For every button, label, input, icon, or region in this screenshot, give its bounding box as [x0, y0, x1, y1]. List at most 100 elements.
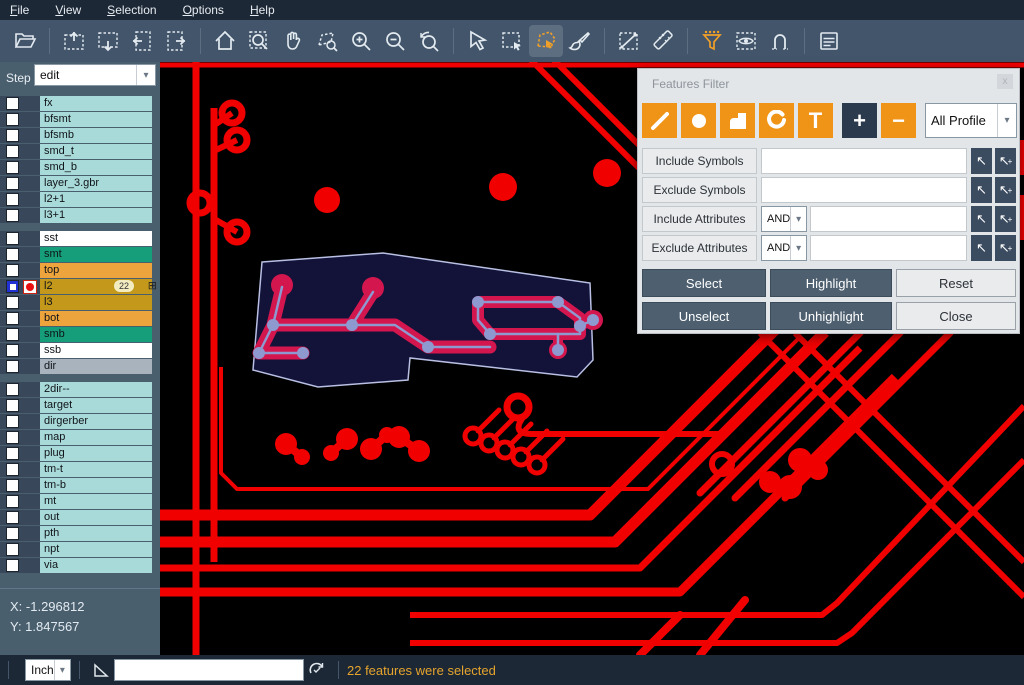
layer-checkbox[interactable] [6, 296, 19, 309]
layer-checkbox[interactable] [6, 129, 19, 142]
layer-row[interactable]: smd_t [0, 144, 160, 159]
layer-row[interactable]: npt [0, 542, 160, 557]
select-pointer-icon[interactable] [461, 25, 495, 57]
layer-checkbox[interactable] [6, 113, 19, 126]
snap-icon[interactable] [763, 25, 797, 57]
select-rectangle-icon[interactable] [495, 25, 529, 57]
layer-checkbox[interactable] [6, 232, 19, 245]
layer-checkbox[interactable] [6, 447, 19, 460]
layer-row[interactable]: plug [0, 446, 160, 461]
layer-checkbox[interactable] [6, 312, 19, 325]
command-input[interactable] [114, 659, 304, 681]
layer-checkbox[interactable] [6, 177, 19, 190]
layer-checkbox[interactable] [6, 463, 19, 476]
menu-view[interactable]: View [55, 3, 81, 17]
filter-text-button[interactable]: T [798, 103, 833, 138]
layer-row[interactable]: dirgerber [0, 414, 160, 429]
menu-file[interactable]: File [10, 3, 29, 17]
layer-row[interactable]: smb [0, 327, 160, 342]
layer-row[interactable]: bfsmt [0, 112, 160, 127]
pick-add-symbol-icon[interactable]: ↖+ [995, 148, 1016, 174]
layers-panel-icon[interactable] [812, 25, 846, 57]
layer-row[interactable]: 2dir-- [0, 382, 160, 397]
exclude-symbols-button[interactable]: Exclude Symbols [642, 177, 757, 203]
layer-row[interactable]: top [0, 263, 160, 278]
layer-row[interactable]: fx [0, 96, 160, 111]
step-select[interactable]: edit ▾ [34, 64, 156, 86]
layer-row[interactable]: smt [0, 247, 160, 262]
layer-checkbox[interactable] [6, 145, 19, 158]
layer-checkbox[interactable] [6, 344, 19, 357]
layer-checkbox[interactable] [6, 97, 19, 110]
measure-distance-icon[interactable] [612, 25, 646, 57]
corner-ruler-icon[interactable] [88, 658, 114, 682]
pick-attribute-icon[interactable]: ↖ [971, 235, 992, 261]
pick-add-symbol-icon[interactable]: ↖+ [995, 177, 1016, 203]
layer-row[interactable]: smd_b [0, 160, 160, 175]
pan-hand-icon[interactable] [276, 25, 310, 57]
selected-region[interactable] [253, 253, 603, 387]
layer-row[interactable]: l3+1 [0, 208, 160, 223]
view-options-icon[interactable] [729, 25, 763, 57]
reset-button[interactable]: Reset [896, 269, 1016, 297]
layer-row-active[interactable]: l2 22 ⊞ [0, 279, 160, 294]
layer-row[interactable]: l2+1 [0, 192, 160, 207]
zoom-previous-icon[interactable] [412, 25, 446, 57]
pan-up-icon[interactable] [57, 25, 91, 57]
pan-right-icon[interactable] [159, 25, 193, 57]
pick-symbol-icon[interactable]: ↖ [971, 177, 992, 203]
filter-surface-button[interactable] [720, 103, 755, 138]
filter-arc-button[interactable] [759, 103, 794, 138]
refresh-icon[interactable] [304, 658, 330, 682]
layer-row[interactable]: map [0, 430, 160, 445]
layer-row[interactable]: mt [0, 494, 160, 509]
filter-pad-button[interactable] [681, 103, 716, 138]
layer-checkbox[interactable] [6, 511, 19, 524]
include-attributes-operator-select[interactable]: AND ▾ [761, 206, 807, 232]
layer-checkbox[interactable] [6, 383, 19, 396]
include-symbols-input[interactable] [761, 148, 967, 174]
zoom-window-icon[interactable] [242, 25, 276, 57]
paint-brush-icon[interactable] [563, 25, 597, 57]
exclude-attributes-operator-select[interactable]: AND ▾ [761, 235, 807, 261]
layer-checkbox[interactable] [6, 264, 19, 277]
layer-checkbox[interactable] [6, 193, 19, 206]
zoom-polygon-icon[interactable] [310, 25, 344, 57]
pan-left-icon[interactable] [125, 25, 159, 57]
home-view-icon[interactable] [208, 25, 242, 57]
select-button[interactable]: Select [642, 269, 766, 297]
layer-checkbox[interactable] [6, 248, 19, 261]
layer-checkbox-checked[interactable] [6, 280, 19, 293]
pick-attribute-icon[interactable]: ↖ [971, 206, 992, 232]
pan-down-icon[interactable] [91, 25, 125, 57]
include-symbols-button[interactable]: Include Symbols [642, 148, 757, 174]
features-filter-icon[interactable] [695, 25, 729, 57]
layer-row[interactable]: target [0, 398, 160, 413]
layer-row[interactable]: ssb [0, 343, 160, 358]
exclude-attributes-button[interactable]: Exclude Attributes [642, 235, 757, 261]
layer-checkbox[interactable] [6, 559, 19, 572]
dialog-close-button[interactable]: x [997, 74, 1013, 89]
grid-icon[interactable]: ⊞ [148, 279, 157, 294]
layer-checkbox[interactable] [6, 209, 19, 222]
units-select[interactable]: Inch ▾ [25, 659, 71, 681]
layer-row[interactable]: sst [0, 231, 160, 246]
pick-add-attribute-icon[interactable]: ↖+ [995, 206, 1016, 232]
layer-row[interactable]: dir [0, 359, 160, 374]
layer-row[interactable]: layer_3.gbr [0, 176, 160, 191]
layer-checkbox[interactable] [6, 328, 19, 341]
menu-selection[interactable]: Selection [107, 3, 156, 17]
layer-row[interactable]: bot [0, 311, 160, 326]
exclude-symbols-input[interactable] [761, 177, 967, 203]
pick-symbol-icon[interactable]: ↖ [971, 148, 992, 174]
profile-select[interactable]: All Profile ▾ [925, 103, 1017, 138]
include-attributes-button[interactable]: Include Attributes [642, 206, 757, 232]
layer-row[interactable]: tm-t [0, 462, 160, 477]
layer-row[interactable]: via [0, 558, 160, 573]
layer-checkbox[interactable] [6, 543, 19, 556]
layer-checkbox[interactable] [6, 431, 19, 444]
unselect-button[interactable]: Unselect [642, 302, 766, 330]
layer-row[interactable]: l3 [0, 295, 160, 310]
filter-add-button[interactable]: + [842, 103, 877, 138]
layer-checkbox[interactable] [6, 527, 19, 540]
